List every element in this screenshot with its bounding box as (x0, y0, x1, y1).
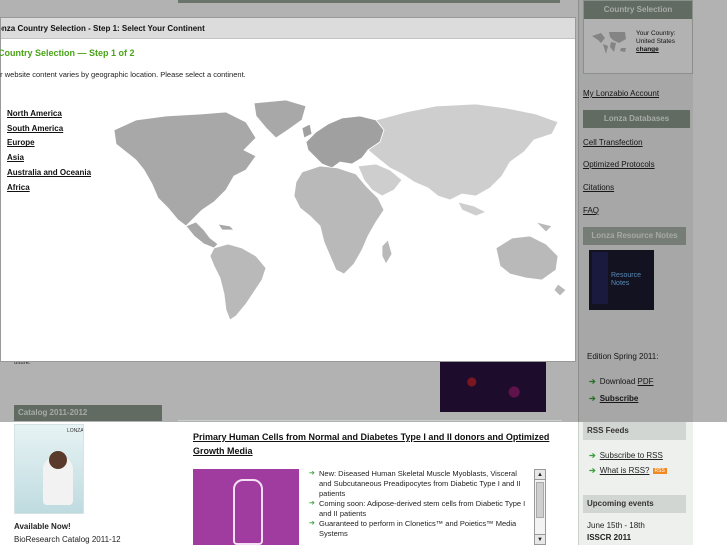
bullet-item: Guaranteed to perform in Clonetics™ and … (309, 519, 531, 539)
event-name[interactable]: ISSCR 2011 (587, 533, 631, 542)
bullets-scrollbar[interactable]: ▲ ▼ (534, 469, 546, 545)
rss-icon: RSS (652, 468, 667, 474)
article-title-link[interactable]: Primary Human Cells from Normal and Diab… (193, 430, 553, 458)
article-image (193, 469, 299, 545)
rss-subscribe-link[interactable]: Subscribe to RSS (600, 451, 663, 460)
rss-header: RSS Feeds (583, 422, 686, 440)
map-region-south-america[interactable] (209, 243, 267, 321)
event-date: June 15th - 18th (587, 521, 645, 530)
map-region-greenland[interactable] (253, 99, 307, 139)
map-region-north-america[interactable] (113, 111, 257, 227)
continent-list: North America South America Europe Asia … (7, 107, 91, 195)
country-selection-modal: onza Country Selection - Step 1: Select … (0, 17, 576, 362)
scroll-thumb[interactable] (536, 482, 544, 518)
modal-heading: Country Selection — Step 1 of 2 (0, 48, 135, 58)
catalog-name: BioResearch Catalog 2011-12 (14, 535, 121, 544)
arrow-icon: ➔ (589, 466, 596, 475)
modal-titlebar[interactable]: onza Country Selection - Step 1: Select … (1, 18, 575, 39)
map-region-europe[interactable] (301, 115, 385, 169)
what-is-rss-link[interactable]: What is RSS? (600, 466, 650, 475)
arrow-icon: ➔ (589, 451, 596, 460)
map-region-asia[interactable] (367, 103, 559, 217)
continent-link-north-america[interactable]: North America (7, 107, 91, 122)
scroll-up-arrow-icon[interactable]: ▲ (535, 470, 545, 480)
divider (178, 420, 562, 421)
world-map (113, 99, 567, 321)
rss-subscribe-item: ➔ Subscribe to RSS (589, 451, 663, 460)
what-is-rss-item: ➔ What is RSS? RSS (589, 466, 667, 475)
catalog-available: Available Now! (14, 522, 71, 531)
scroll-down-arrow-icon[interactable]: ▼ (535, 534, 545, 544)
modal-description: ur website content varies by geographic … (0, 70, 246, 79)
continent-link-africa[interactable]: Africa (7, 181, 91, 196)
events-header: Upcoming events (583, 495, 686, 513)
continent-link-asia[interactable]: Asia (7, 151, 91, 166)
bullet-item: Coming soon: Adipose-derived stem cells … (309, 499, 531, 519)
article-bullets: New: Diseased Human Skeletal Muscle Myob… (309, 469, 531, 539)
lonza-logo: LONZA (67, 428, 84, 434)
continent-link-south-america[interactable]: South America (7, 122, 91, 137)
map-region-australia[interactable] (495, 221, 567, 297)
continent-link-australia-oceania[interactable]: Australia and Oceania (7, 166, 91, 181)
modal-title: onza Country Selection - Step 1: Select … (1, 24, 205, 33)
bullet-item: New: Diseased Human Skeletal Muscle Myob… (309, 469, 531, 499)
catalog-cover-image[interactable]: LONZA (14, 424, 84, 514)
continent-link-europe[interactable]: Europe (7, 136, 91, 151)
